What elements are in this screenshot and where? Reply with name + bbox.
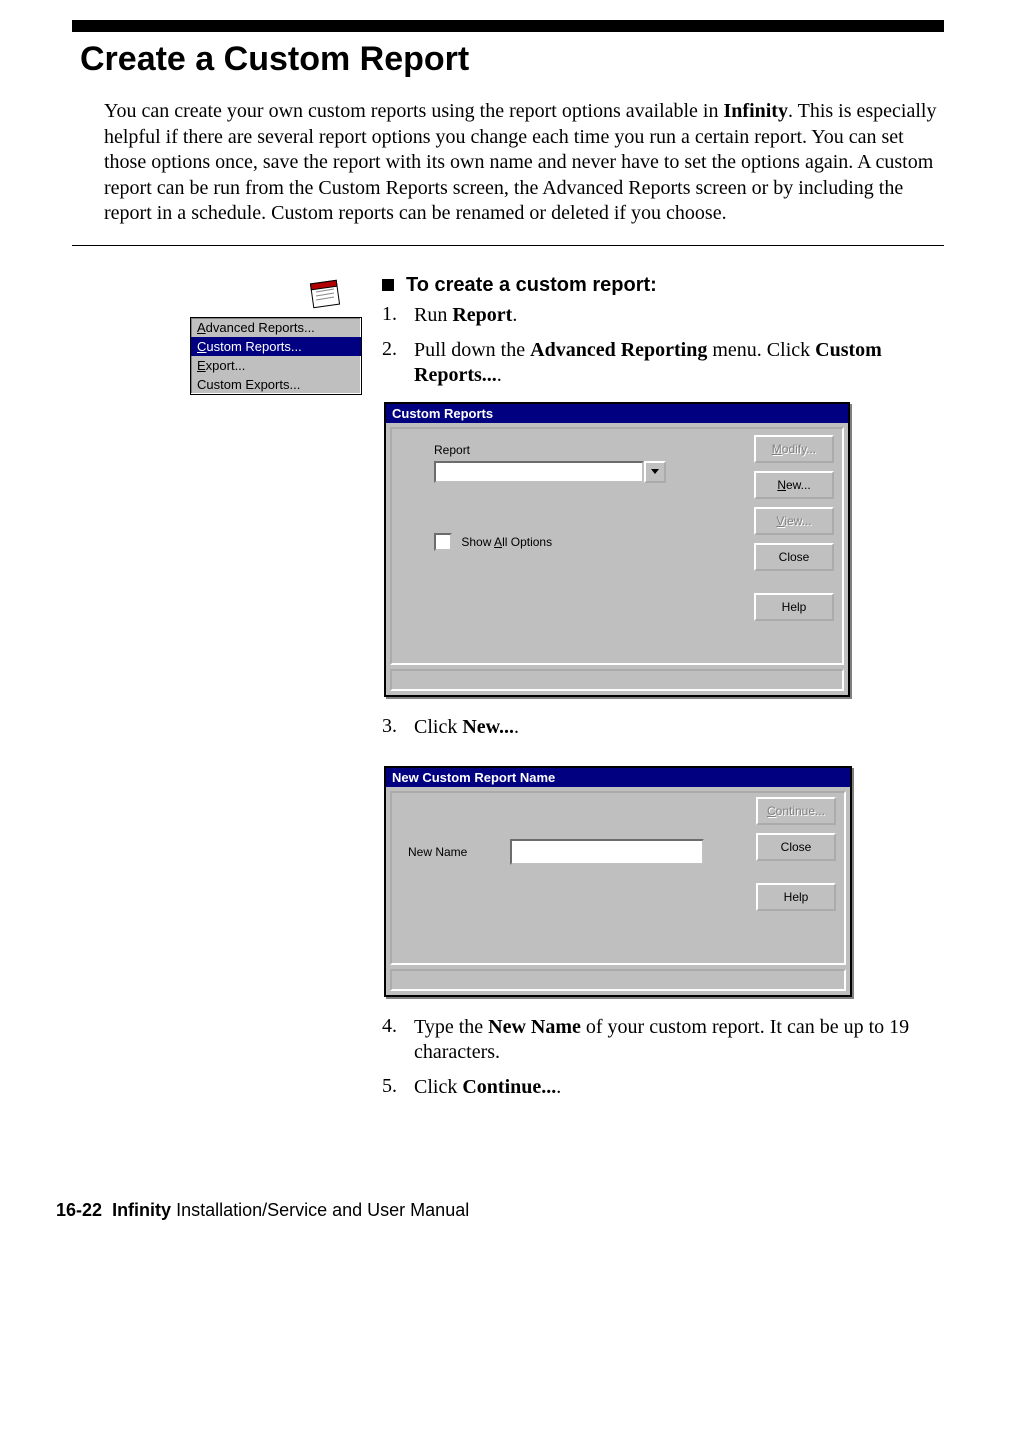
step-text: Click Continue.... xyxy=(414,1075,944,1100)
menu-item-custom-reports[interactable]: Custom Reports... xyxy=(191,337,361,356)
status-bar xyxy=(390,669,844,691)
report-icon xyxy=(308,274,350,310)
step-number: 2. xyxy=(382,338,414,361)
chevron-down-icon[interactable] xyxy=(644,461,666,483)
step-text: Run Report. xyxy=(414,303,944,328)
status-bar xyxy=(390,969,846,991)
step-text: Click New.... xyxy=(414,715,944,740)
new-button[interactable]: New... xyxy=(754,471,834,499)
footer-page-number: 16-22 xyxy=(56,1200,102,1220)
modify-button[interactable]: Modify... xyxy=(754,435,834,463)
step-number: 5. xyxy=(382,1075,414,1098)
custom-reports-dialog: Custom Reports Report Show All Opti xyxy=(384,402,850,697)
section-divider xyxy=(72,245,944,246)
continue-button[interactable]: Continue... xyxy=(756,797,836,825)
intro-paragraph: You can create your own custom reports u… xyxy=(104,99,944,227)
view-button[interactable]: View... xyxy=(754,507,834,535)
footer-text: Installation/Service and User Manual xyxy=(171,1200,469,1220)
advanced-reporting-menu: Advanced Reports... Custom Reports... Ex… xyxy=(190,317,362,395)
header-bar xyxy=(72,20,944,32)
help-button[interactable]: Help xyxy=(754,593,834,621)
help-button[interactable]: Help xyxy=(756,883,836,911)
step-text: Pull down the Advanced Reporting menu. C… xyxy=(414,338,944,388)
menu-item-custom-exports[interactable]: Custom Exports... xyxy=(191,375,361,394)
new-name-input[interactable] xyxy=(510,839,704,865)
checkbox-label: Show All Options xyxy=(461,535,552,549)
bullet-icon xyxy=(382,279,394,291)
page-title: Create a Custom Report xyxy=(80,40,1016,79)
report-dropdown[interactable] xyxy=(434,461,666,483)
checkbox-icon[interactable] xyxy=(434,533,452,551)
close-button[interactable]: Close xyxy=(754,543,834,571)
menu-item-export[interactable]: Export... xyxy=(191,356,361,375)
step-text: Type the New Name of your custom report.… xyxy=(414,1015,944,1065)
footer-product: Infinity xyxy=(112,1200,171,1220)
step-number: 4. xyxy=(382,1015,414,1038)
new-name-label: New Name xyxy=(408,845,510,859)
report-dropdown-input[interactable] xyxy=(434,461,644,483)
page-footer: 16-22 Infinity Installation/Service and … xyxy=(56,1200,1016,1221)
new-custom-report-name-dialog: New Custom Report Name New Name Continue… xyxy=(384,766,852,997)
step-number: 3. xyxy=(382,715,414,738)
dialog-title: Custom Reports xyxy=(386,404,848,423)
task-heading: To create a custom report: xyxy=(406,274,657,297)
step-number: 1. xyxy=(382,303,414,326)
dialog-title: New Custom Report Name xyxy=(386,768,850,787)
close-button[interactable]: Close xyxy=(756,833,836,861)
menu-item-advanced-reports[interactable]: Advanced Reports... xyxy=(191,318,361,337)
